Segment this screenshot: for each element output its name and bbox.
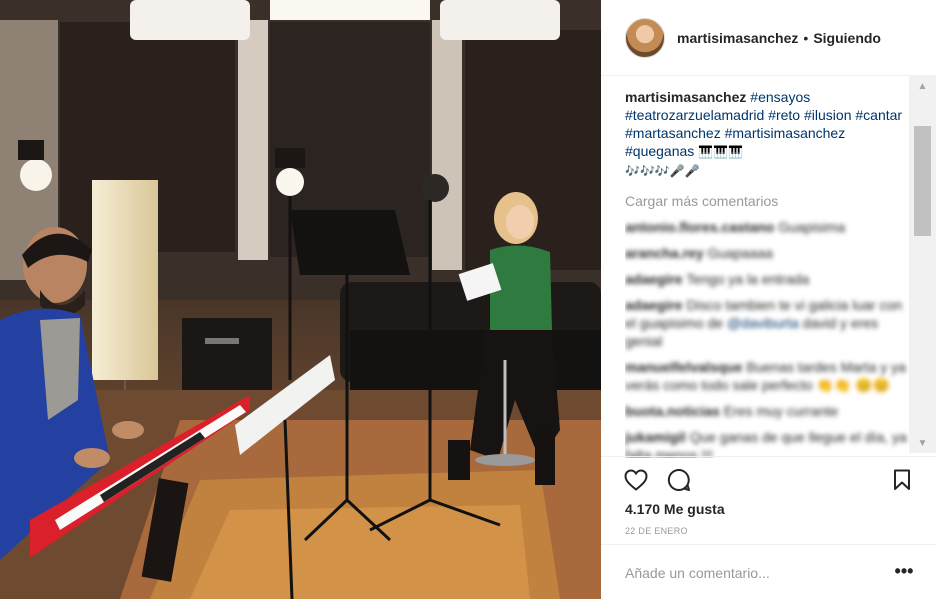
heart-icon[interactable] [623, 467, 649, 493]
header-username[interactable]: martisimasanchez [677, 30, 798, 46]
comment-username[interactable]: arancha.rey [625, 245, 704, 261]
caption-username[interactable]: martisimasanchez [625, 89, 746, 105]
add-comment-input[interactable] [625, 561, 875, 585]
comment-text: Tengo ya la entrada [686, 271, 810, 287]
comment-text: Eres muy currante [723, 403, 839, 419]
hashtag-link[interactable]: #martasanchez [625, 125, 721, 141]
add-comment-section: ••• [601, 544, 936, 599]
hashtag-link[interactable]: #ensayos [750, 89, 810, 105]
post-date[interactable]: 22 DE ENERO [625, 526, 688, 536]
comment-username[interactable]: adaegire [625, 297, 683, 313]
hashtag-link[interactable]: #ilusion [804, 107, 851, 123]
follow-status-button[interactable]: Siguiendo [813, 30, 881, 46]
post-photo[interactable] [0, 0, 601, 599]
hashtag-link[interactable]: #cantar [855, 107, 902, 123]
scroll-down-arrow-icon[interactable]: ▼ [909, 433, 936, 453]
caption-emoji: 🎹🎹🎹 [698, 145, 744, 159]
comment-username[interactable]: manuelfelvalsque [625, 359, 743, 375]
comment-item: jukamigil Que ganas de que llegue el día… [625, 428, 909, 458]
avatar[interactable] [625, 17, 665, 58]
header-text: martisimasanchez • Siguiendo [677, 30, 881, 46]
hashtag-link[interactable]: #teatrozarzuelamadrid [625, 107, 764, 123]
scroll-up-arrow-icon[interactable]: ▲ [909, 76, 936, 96]
comment-item: manuelfelvalsque Buenas tardes Marta y y… [625, 358, 909, 394]
comment-item: adaegire Tengo ya la entrada [625, 270, 909, 288]
load-more-comments-link[interactable]: Cargar más comentarios [625, 192, 909, 210]
comment-item: arancha.rey Guapaaaa [625, 244, 909, 262]
comments-list[interactable]: martisimasanchez #ensayos #teatrozarzuel… [625, 88, 909, 458]
comment-icon[interactable] [666, 467, 692, 493]
comment-username[interactable]: antonio.flores.castano [625, 219, 774, 235]
more-options-icon[interactable]: ••• [890, 561, 918, 585]
comment-item: antonio.flores.castano Guapisima [625, 218, 909, 236]
hashtag-link[interactable]: #reto [768, 107, 800, 123]
comment-text: Guapisima [778, 219, 846, 235]
post-actions: 4.170 Me gusta 22 DE ENERO [601, 456, 936, 544]
comment-item: buota.noticias Eres muy currante [625, 402, 909, 420]
scrollbar-thumb[interactable] [914, 126, 931, 236]
rehearsal-studio-photo [0, 0, 601, 599]
post-header: martisimasanchez • Siguiendo [601, 0, 936, 76]
caption: martisimasanchez #ensayos #teatrozarzuel… [625, 88, 909, 180]
comment-text: Guapaaaa [707, 245, 773, 261]
comment-username[interactable]: buota.noticias [625, 403, 720, 419]
mention-link[interactable]: @daviburta [727, 315, 799, 331]
caption-emoji: 🎶🎶🎶🎤🎤 [625, 164, 700, 178]
hashtag-link[interactable]: #queganas [625, 143, 694, 159]
comment-username[interactable]: adaegire [625, 271, 683, 287]
likes-count[interactable]: 4.170 Me gusta [625, 501, 725, 517]
bookmark-icon[interactable] [889, 467, 915, 493]
comment-item: adaegire Disco tambien te vi galicia lua… [625, 296, 909, 350]
comment-username[interactable]: jukamigil [625, 429, 686, 445]
hashtag-link[interactable]: #martisimasanchez [725, 125, 846, 141]
comments-scrollbar[interactable]: ▲ ▼ [909, 76, 936, 453]
header-separator: • [803, 29, 809, 46]
